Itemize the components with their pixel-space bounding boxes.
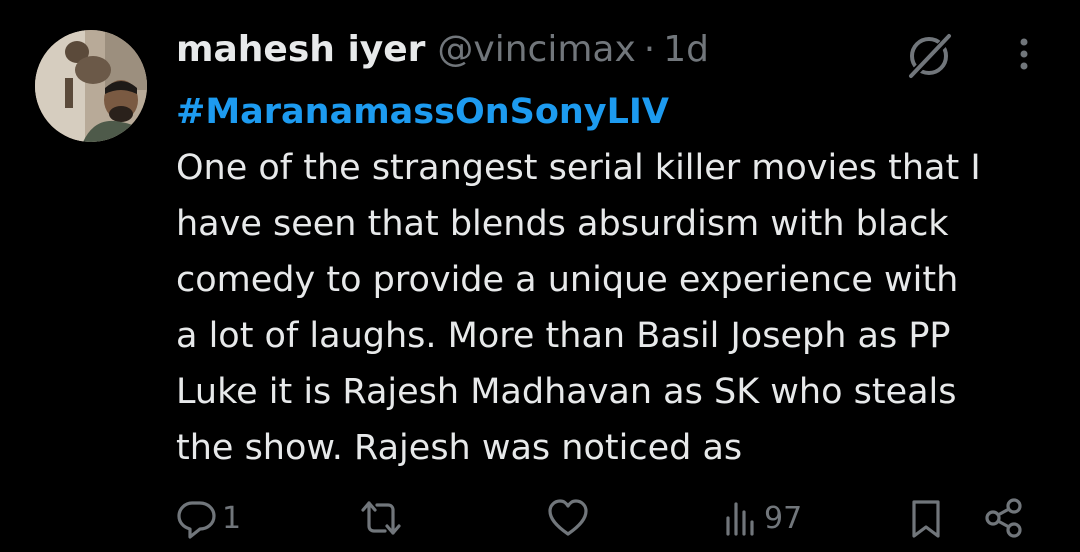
more-vertical-icon[interactable] bbox=[1006, 30, 1042, 80]
tweet-body: #MaranamassOnSonyLIV One of the stranges… bbox=[176, 84, 1056, 476]
like-icon bbox=[548, 499, 588, 536]
tweet-text-line: a lot of laughs. More than Basil Joseph … bbox=[176, 316, 951, 356]
share-button[interactable] bbox=[982, 493, 1026, 543]
views-icon bbox=[726, 502, 754, 536]
tweet-text-line: the show. Rajesh was noticed as bbox=[176, 428, 743, 468]
tweet-header: mahesh iyer @vincimax · 1d bbox=[176, 28, 709, 72]
reply-button[interactable]: 1 bbox=[174, 493, 241, 543]
repost-icon bbox=[361, 501, 401, 535]
hashtag-link[interactable]: #MaranamassOnSonyLIV bbox=[176, 84, 1056, 140]
author-name[interactable]: mahesh iyer bbox=[176, 28, 425, 72]
bookmark-icon bbox=[912, 500, 940, 538]
tweet-text-line: Luke it is Rajesh Madhavan as SK who ste… bbox=[176, 372, 957, 412]
tweet-text-line: One of the strangest serial killer movie… bbox=[176, 148, 981, 188]
share-icon bbox=[985, 498, 1022, 538]
tweet-text-line: comedy to provide a unique experience wi… bbox=[176, 260, 959, 300]
bookmark-button[interactable] bbox=[904, 493, 948, 543]
like-button[interactable] bbox=[545, 493, 595, 543]
reply-count: 1 bbox=[222, 500, 242, 536]
tweet-text-line: have seen that blends absurdism with bla… bbox=[176, 204, 949, 244]
separator-dot: · bbox=[643, 29, 656, 70]
reply-icon bbox=[177, 501, 216, 539]
action-bar: 1 97 bbox=[0, 493, 1080, 543]
views-count: 97 bbox=[764, 500, 803, 536]
views-button[interactable]: 97 bbox=[722, 493, 802, 543]
tweet: mahesh iyer @vincimax · 1d #MaranamassOn… bbox=[0, 0, 1080, 552]
grok-icon[interactable] bbox=[903, 30, 955, 82]
timestamp[interactable]: 1d bbox=[663, 28, 709, 72]
repost-button[interactable] bbox=[357, 493, 409, 543]
avatar-image bbox=[35, 30, 147, 142]
author-handle[interactable]: @vincimax bbox=[437, 28, 635, 72]
avatar[interactable] bbox=[35, 30, 147, 142]
